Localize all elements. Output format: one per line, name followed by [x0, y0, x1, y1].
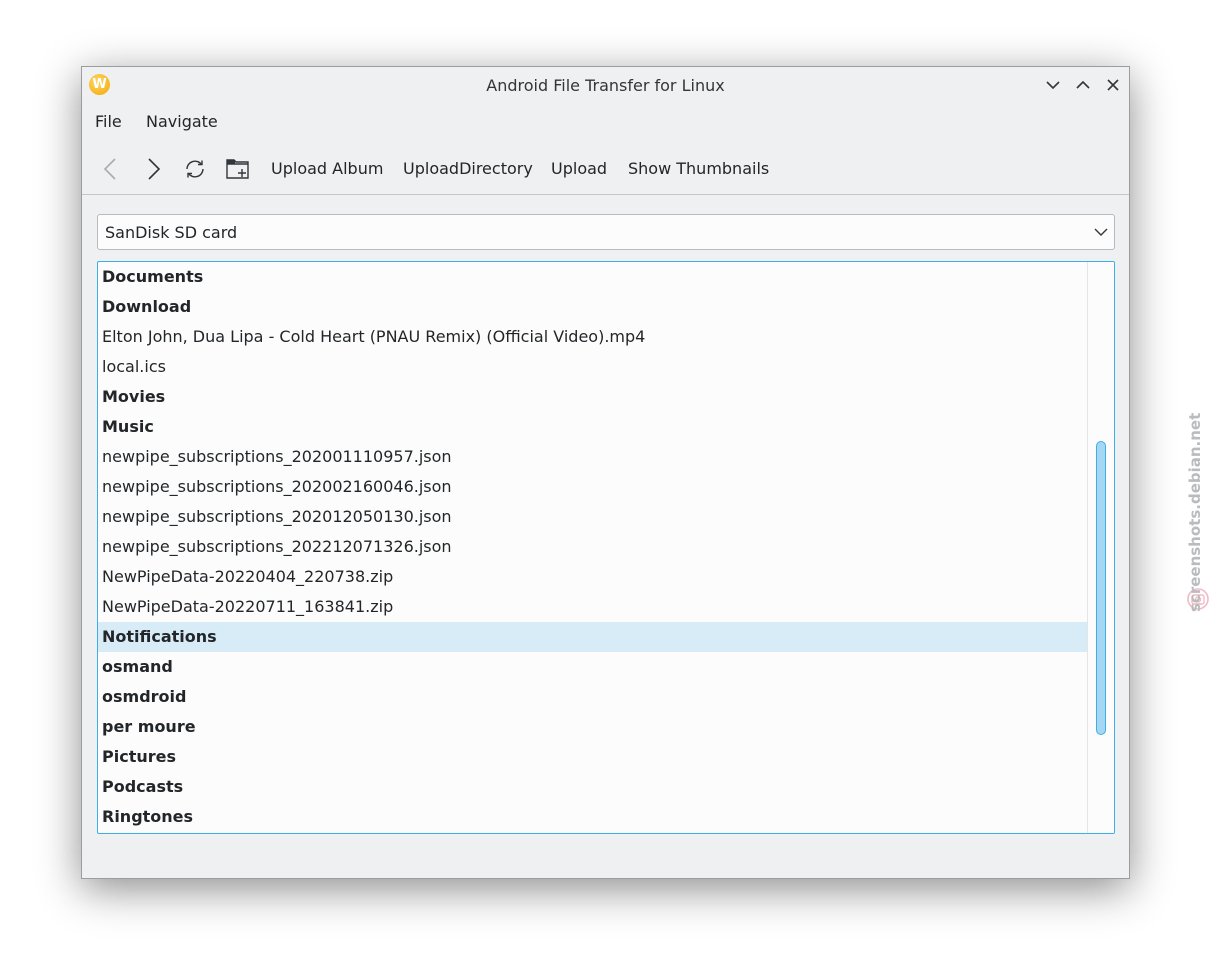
folder-row[interactable]: Documents [98, 262, 1089, 292]
chevron-up-icon [1076, 80, 1090, 89]
folder-row[interactable]: per moure [98, 712, 1089, 742]
file-row[interactable]: NewPipeData-20220404_220738.zip [98, 562, 1089, 592]
new-folder-button[interactable] [224, 155, 252, 183]
chevron-left-icon [103, 158, 116, 180]
file-row[interactable]: newpipe_subscriptions_202012050130.json [98, 502, 1089, 532]
folder-row[interactable]: osmand [98, 652, 1089, 682]
close-icon [1107, 79, 1119, 91]
close-button[interactable] [1104, 76, 1122, 94]
menu-bar: File Navigate [82, 105, 1129, 137]
title-bar[interactable]: W Android File Transfer for Linux [82, 67, 1129, 103]
upload-album-button[interactable]: Upload Album [271, 159, 383, 178]
watermark: screenshots.debian.net [1186, 412, 1204, 612]
file-row[interactable]: Elton John, Dua Lipa - Cold Heart (PNAU … [98, 322, 1089, 352]
storage-select[interactable]: SanDisk SD card [97, 214, 1115, 250]
chevron-right-icon [148, 158, 161, 180]
new-folder-icon [226, 159, 249, 179]
file-row[interactable]: local.ics [98, 352, 1089, 382]
chevron-down-icon [1094, 228, 1108, 236]
show-thumbnails-button[interactable]: Show Thumbnails [628, 159, 769, 178]
upload-button[interactable]: Upload [551, 159, 607, 178]
scrollbar-thumb[interactable] [1096, 441, 1106, 735]
menu-navigate[interactable]: Navigate [146, 112, 218, 131]
window-title: Android File Transfer for Linux [486, 76, 725, 95]
file-row[interactable]: newpipe_subscriptions_202212071326.json [98, 532, 1089, 562]
folder-row[interactable]: Download [98, 292, 1089, 322]
file-row[interactable]: newpipe_subscriptions_202001110957.json [98, 442, 1089, 472]
app-window: W Android File Transfer for Linux File N… [81, 66, 1130, 879]
folder-row[interactable]: Music [98, 412, 1089, 442]
chevron-down-icon [1046, 81, 1060, 90]
refresh-button[interactable] [181, 155, 209, 183]
folder-row[interactable]: Movies [98, 382, 1089, 412]
menu-file[interactable]: File [95, 112, 122, 131]
folder-row[interactable]: Pictures [98, 742, 1089, 772]
maximize-button[interactable] [1074, 76, 1092, 94]
folder-row[interactable]: Podcasts [98, 772, 1089, 802]
file-row[interactable]: NewPipeData-20220711_163841.zip [98, 592, 1089, 622]
folder-row[interactable]: Ringtones [98, 802, 1089, 832]
back-button[interactable] [97, 155, 125, 183]
folder-row[interactable]: Notifications [98, 622, 1089, 652]
file-row[interactable]: newpipe_subscriptions_202002160046.json [98, 472, 1089, 502]
refresh-icon [186, 160, 204, 178]
forward-button[interactable] [139, 155, 167, 183]
file-list[interactable]: Documents Download Elton John, Dua Lipa - … [97, 261, 1115, 834]
vertical-scrollbar[interactable] [1087, 262, 1114, 833]
storage-select-value: SanDisk SD card [105, 223, 238, 242]
upload-directory-button[interactable]: UploadDirectory [403, 159, 533, 178]
minimize-button[interactable] [1044, 76, 1062, 94]
folder-row[interactable]: osmdroid [98, 682, 1089, 712]
toolbar: Upload Album UploadDirectory Upload Show… [82, 145, 1129, 195]
file-list-rows: Documents Download Elton John, Dua Lipa - … [98, 262, 1089, 832]
